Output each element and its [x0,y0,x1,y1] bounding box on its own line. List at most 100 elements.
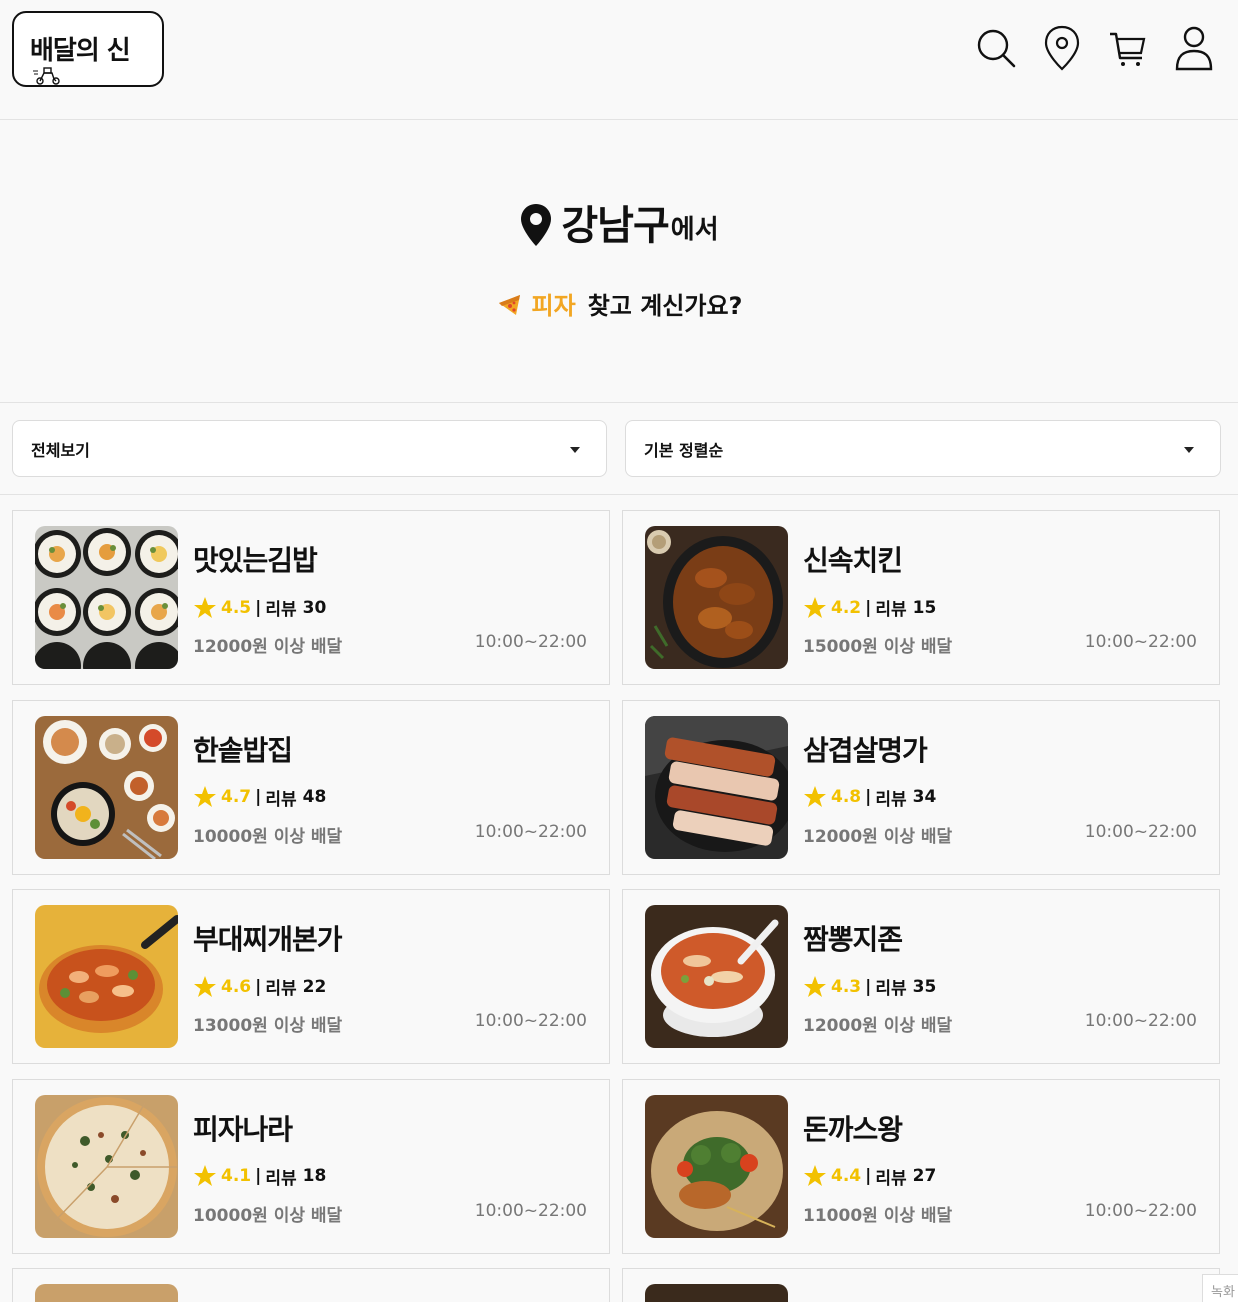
pizza-icon [498,294,520,315]
category-select-value: 전체보기 [31,441,90,460]
rating-score: 4.1 [221,1166,252,1186]
hero-question: 피자 찾고 계신가요? [0,286,1238,321]
restaurant-rating: 4.1 | 리뷰 18 [193,1164,326,1189]
review-count: 30 [302,597,327,618]
restaurant-name: 짬뽕지존 [803,923,903,956]
review-count: 34 [912,787,937,807]
review-count: 35 [912,976,937,997]
opening-hours: 10:00~22:00 [1084,1011,1197,1031]
restaurant-rating: 4.7 | 리뷰 48 [193,785,326,810]
divider: | [255,787,262,807]
rating-score: 4.6 [221,976,252,997]
restaurant-name: 한솥밥집 [193,733,293,767]
restaurant-thumbnail [35,526,178,669]
restaurant-rating: 4.6 | 리뷰 22 [193,974,326,999]
star-icon [194,786,216,807]
restaurant-rating: 4.5 | 리뷰 30 [193,595,326,620]
rating-score: 4.5 [221,597,252,618]
restaurant-card[interactable] [622,1267,1220,1302]
star-icon [194,1165,216,1186]
restaurant-thumbnail [35,1094,178,1238]
rating-score: 4.2 [831,597,862,618]
min-order: 10000원 이상 배달 [193,1205,343,1226]
min-order: 12000원 이상 배달 [803,826,953,847]
sort-select[interactable]: 기본 정렬순 [625,420,1221,477]
restaurant-card[interactable]: 부대찌개본가 4.6 | 리뷰 22 13000원 이상 배달 10:00~22:00 [12,889,610,1064]
restaurant-rating: 4.2 | 리뷰 15 [803,595,936,620]
logo-text: 배달의 신 [30,36,131,66]
restaurant-thumbnail [35,905,178,1048]
min-order: 13000원 이상 배달 [193,1016,343,1036]
divider: | [865,597,872,618]
hero-location: 강남구 에서 [0,202,1238,250]
rating-score: 4.8 [831,787,862,807]
category-select[interactable]: 전체보기 [12,420,607,477]
hero-location-name: 강남구 [561,203,669,249]
opening-hours: 10:00~22:00 [474,632,587,652]
corner-badge[interactable]: 녹화 [1202,1274,1238,1302]
restaurant-card[interactable]: 짬뽕지존 4.3 | 리뷰 35 12000원 이상 배달 10:00~22:00 [622,889,1220,1064]
opening-hours: 10:00~22:00 [1084,1200,1197,1221]
hero-category[interactable]: 피자 [532,286,576,321]
top-header: 배달의 신 [0,0,1238,120]
restaurant-name: 돈까스왕 [803,1112,903,1146]
min-order: 11000원 이상 배달 [803,1205,953,1226]
restaurant-name: 맛있는김밥 [193,544,318,577]
search-icon[interactable] [976,24,1016,72]
restaurant-card[interactable]: 맛있는김밥 4.5 | 리뷰 30 12000원 이상 배달 10:00~22:00 [12,510,610,685]
restaurant-thumbnail [35,1283,178,1302]
cart-icon[interactable] [1108,24,1148,72]
review-count: 15 [912,597,937,618]
rating-score: 4.7 [221,787,252,807]
min-order: 12000원 이상 배달 [193,637,343,657]
review-count: 18 [302,1166,327,1186]
restaurant-card[interactable]: 삼겹살명가 4.8 | 리뷰 34 12000원 이상 배달 10:00~22:00 [622,699,1220,875]
logo[interactable]: 배달의 신 [12,11,164,87]
review-label: 리뷰 [265,600,297,620]
hero-location-suffix: 에서 [670,215,719,245]
divider: | [865,976,872,997]
caret-down-icon [1184,447,1194,453]
min-order: 15000원 이상 배달 [803,637,953,657]
opening-hours: 10:00~22:00 [474,1200,587,1221]
review-label: 리뷰 [875,789,907,810]
opening-hours: 10:00~22:00 [1084,821,1197,842]
star-icon [804,786,826,807]
restaurant-card[interactable]: 한솥밥집 4.7 | 리뷰 48 10000원 이상 배달 10:00~22:00 [12,699,610,875]
restaurant-rating: 4.4 | 리뷰 27 [803,1164,936,1189]
divider: | [255,597,262,618]
filter-bar: 전체보기 기본 정렬순 [0,403,1238,495]
restaurant-card[interactable]: 피자나라 4.1 | 리뷰 18 10000원 이상 배달 10:00~22:00 [12,1078,610,1254]
opening-hours: 10:00~22:00 [474,1011,587,1031]
hero-section: 강남구 에서 피자 찾고 계신가요? [0,120,1238,403]
restaurant-thumbnail [645,526,788,669]
star-icon [804,596,826,618]
restaurant-name: 삼겹살명가 [803,733,928,767]
restaurant-thumbnail [645,715,788,859]
restaurant-card[interactable]: 신속치킨 4.2 | 리뷰 15 15000원 이상 배달 10:00~22:00 [622,510,1220,685]
caret-down-icon [570,447,580,453]
review-label: 리뷰 [265,789,297,810]
review-label: 리뷰 [875,979,907,999]
user-icon[interactable] [1174,24,1214,72]
restaurant-rating: 4.8 | 리뷰 34 [803,785,936,810]
restaurant-card[interactable]: 돈까스왕 4.4 | 리뷰 27 11000원 이상 배달 10:00~22:00 [622,1078,1220,1254]
restaurant-name: 부대찌개본가 [193,923,343,956]
rating-score: 4.3 [831,976,862,997]
review-label: 리뷰 [265,979,297,999]
divider: | [255,976,262,997]
restaurant-thumbnail [645,905,788,1048]
hero-question-text: 찾고 계신가요? [587,292,743,320]
star-icon [194,975,216,997]
location-pin-icon[interactable] [1042,24,1082,72]
restaurant-thumbnail [35,715,178,859]
restaurant-card[interactable] [12,1267,610,1302]
restaurant-name: 신속치킨 [803,544,903,577]
opening-hours: 10:00~22:00 [474,821,587,842]
min-order: 12000원 이상 배달 [803,1016,953,1036]
restaurant-name: 피자나라 [193,1112,293,1146]
restaurant-thumbnail [645,1283,788,1302]
rating-score: 4.4 [831,1166,862,1186]
sort-select-value: 기본 정렬순 [644,441,724,460]
star-icon [194,596,216,618]
